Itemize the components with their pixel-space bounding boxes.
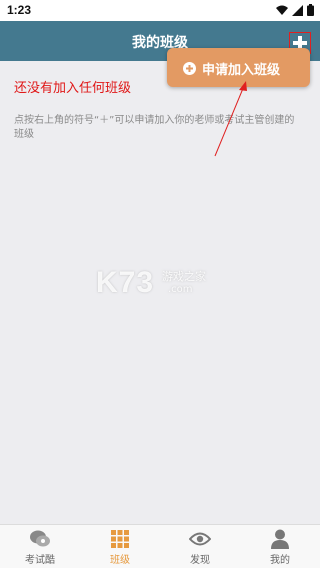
tab-label: 班级 — [110, 555, 130, 566]
bottom-tab-bar: 考试酷 班级 发现 我的 — [0, 524, 320, 568]
grid-icon — [109, 529, 131, 549]
tab-exam[interactable]: 考试酷 — [0, 525, 80, 568]
tab-class[interactable]: 班级 — [80, 525, 160, 568]
tab-label: 我的 — [270, 555, 290, 566]
watermark-subtitle: 游戏之家 — [162, 270, 206, 283]
watermark: K73 游戏之家 .com — [96, 266, 256, 306]
person-icon — [269, 529, 291, 549]
watermark-logo: K73 — [96, 266, 155, 299]
eye-icon — [189, 529, 211, 549]
tab-discover[interactable]: 发现 — [160, 525, 240, 568]
tab-label: 考试酷 — [25, 555, 55, 566]
watermark-domain: .com — [168, 284, 193, 295]
tab-mine[interactable]: 我的 — [240, 525, 320, 568]
tab-label: 发现 — [190, 555, 210, 566]
chat-bubbles-icon — [29, 529, 51, 549]
